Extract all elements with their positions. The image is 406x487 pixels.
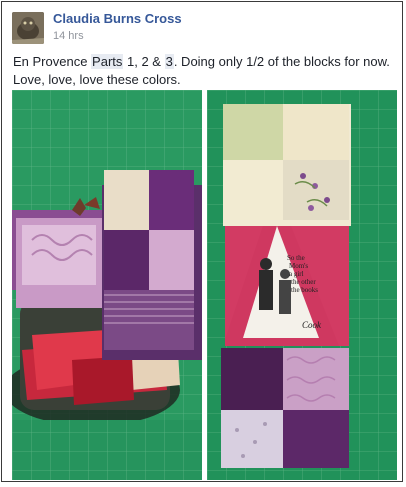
avatar[interactable]: [12, 12, 44, 44]
fabric-text-cook: Cook: [302, 320, 322, 330]
tag-link-parts[interactable]: Parts: [91, 54, 124, 69]
tag-link-3[interactable]: 3: [164, 54, 174, 69]
photo-fabric-stacks[interactable]: [12, 90, 202, 480]
profile-photo: [12, 12, 44, 44]
facebook-post: Claudia Burns Cross 14 hrs En Provence P…: [1, 1, 403, 482]
fabric-text-line3: a girl: [289, 270, 304, 278]
post-timestamp[interactable]: 14 hrs: [53, 30, 84, 42]
post-text: En Provence Parts 1, 2 & 3. Doing only 1…: [13, 53, 397, 89]
photo-quilt-blocks[interactable]: So the Mom's a girl the other the books …: [207, 90, 397, 480]
fabric-text-line4: the other: [291, 278, 316, 286]
fabric-text-line5: the books: [291, 286, 318, 294]
post-text-part2: 1, 2 &: [123, 54, 165, 69]
fabric-stacks-image: [12, 90, 202, 480]
fabric-text-line2: Mom's: [289, 262, 308, 270]
quilt-blocks-image: So the Mom's a girl the other the books …: [207, 90, 397, 480]
fabric-text-line1: So the: [287, 254, 305, 262]
post-text-part1: En Provence: [13, 54, 92, 69]
author-name[interactable]: Claudia Burns Cross: [53, 11, 182, 26]
